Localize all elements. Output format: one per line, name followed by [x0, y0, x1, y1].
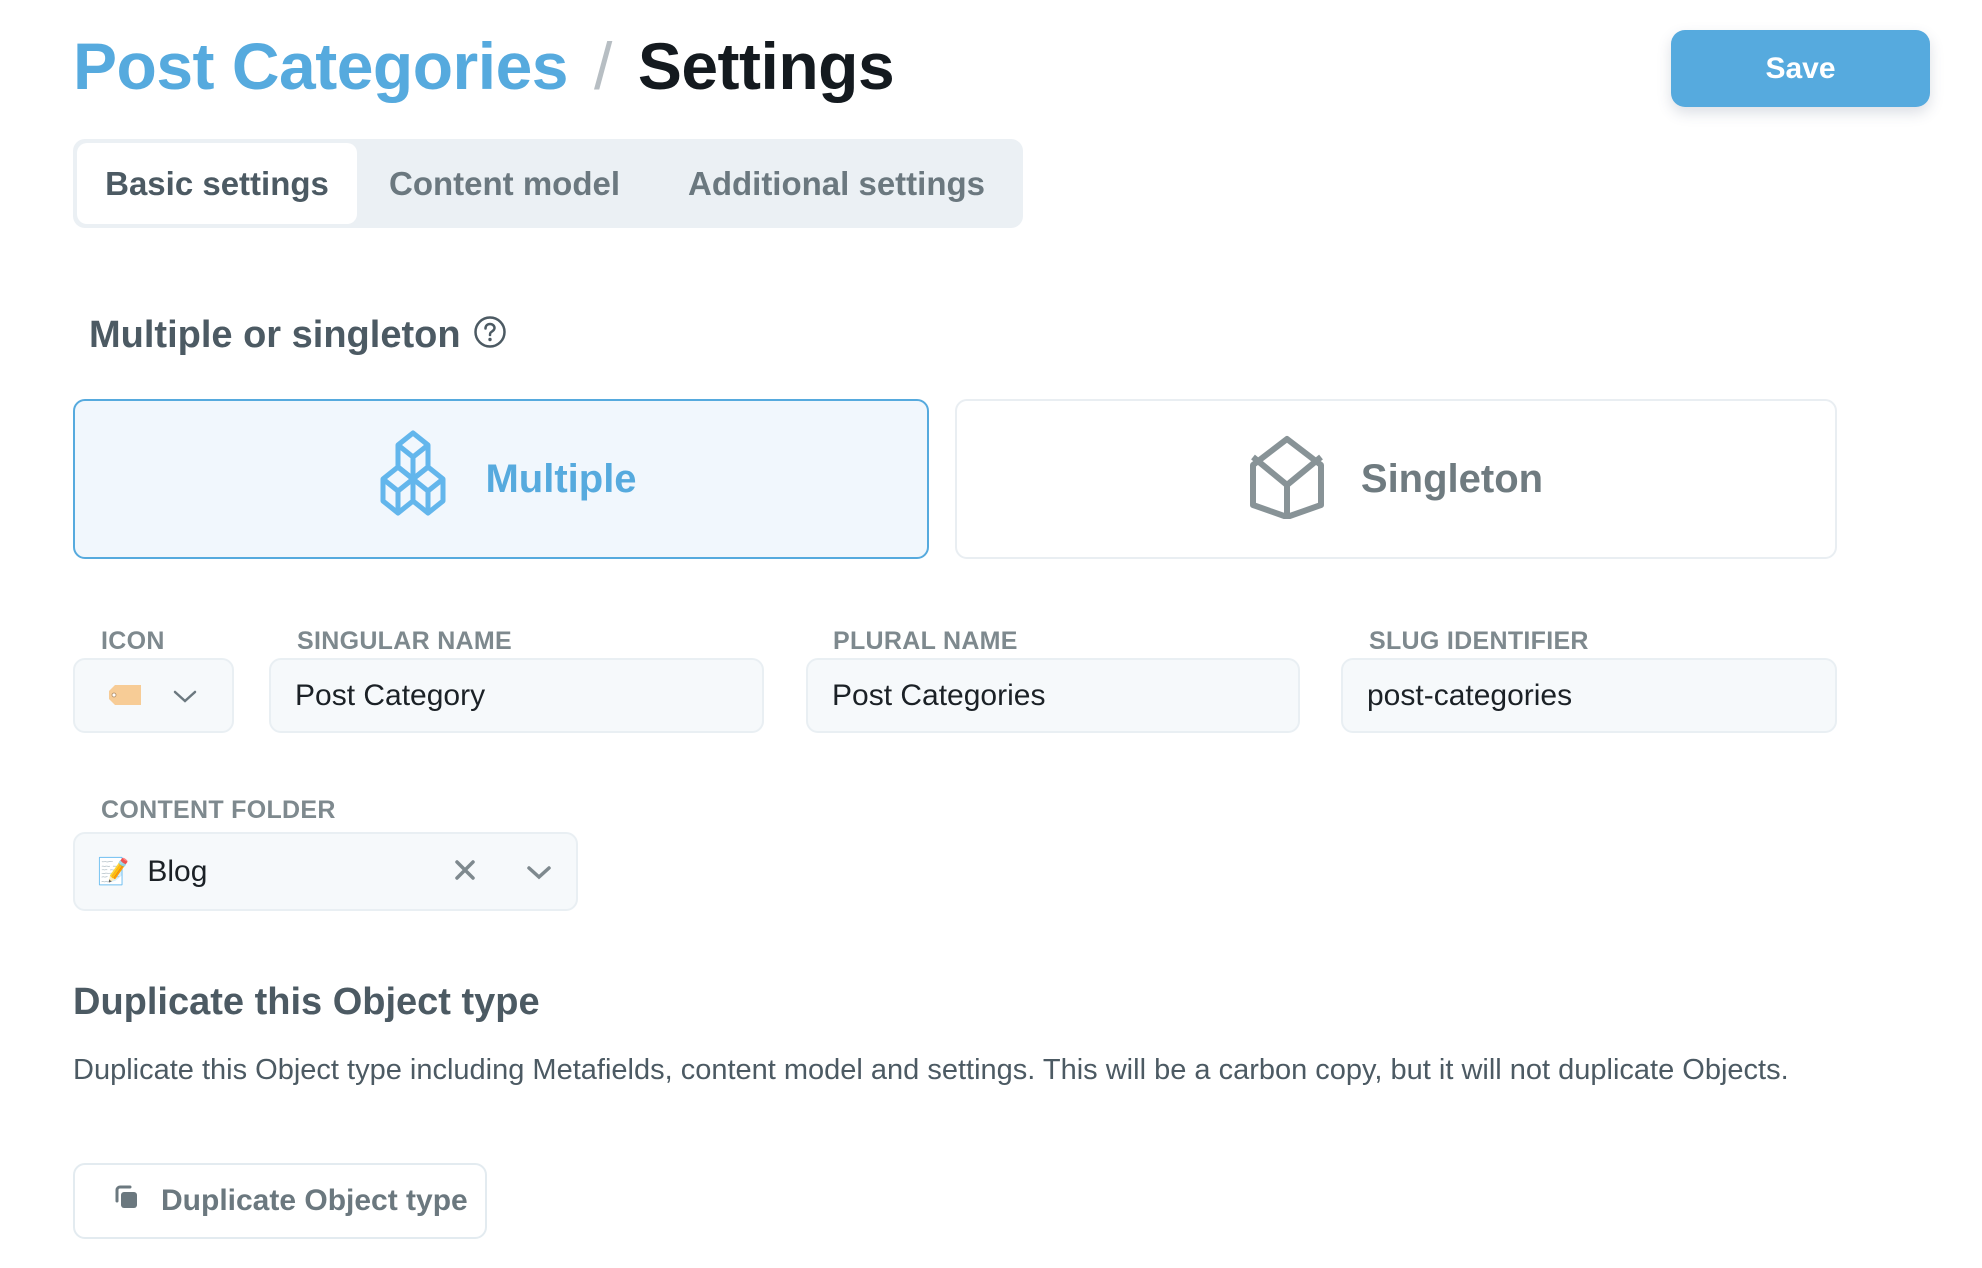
copy-icon	[113, 1184, 139, 1218]
option-multiple-label: Multiple	[485, 456, 637, 501]
clear-icon[interactable]	[454, 855, 526, 889]
cubes-icon	[365, 429, 461, 530]
question-circle-icon[interactable]	[473, 315, 507, 349]
icon-label: ICON	[101, 627, 165, 655]
option-singleton[interactable]: Singleton	[955, 399, 1837, 559]
plural-name-label: PLURAL NAME	[833, 627, 1018, 655]
breadcrumb-post-categories[interactable]: Post Categories	[73, 29, 568, 103]
tab-content-model[interactable]: Content model	[357, 143, 654, 224]
chevron-down-icon[interactable]	[526, 855, 552, 889]
option-singleton-label: Singleton	[1360, 456, 1544, 501]
duplicate-button-label: Duplicate Object type	[161, 1184, 468, 1217]
plural-name-input[interactable]: Post Categories	[806, 658, 1300, 733]
tab-basic-settings[interactable]: Basic settings	[77, 143, 358, 224]
content-folder-label: CONTENT FOLDER	[101, 796, 336, 824]
option-multiple[interactable]: Multiple	[73, 399, 929, 559]
tab-additional-settings[interactable]: Additional settings	[654, 143, 1019, 224]
breadcrumb-current: Settings	[637, 29, 895, 103]
section-heading-text: Multiple or singleton	[89, 314, 461, 356]
tag-icon	[109, 679, 141, 713]
chevron-down-icon	[172, 679, 198, 713]
duplicate-description: Duplicate this Object type including Met…	[73, 1054, 1789, 1086]
content-folder-select[interactable]: 📝 Blog	[73, 832, 578, 911]
cube-icon	[1249, 435, 1325, 524]
singular-name-label: SINGULAR NAME	[297, 627, 513, 655]
page-title: Post Categories / Settings	[73, 28, 895, 104]
settings-tabs: Basic settings Content model Additional …	[73, 139, 1023, 228]
duplicate-heading: Duplicate this Object type	[73, 981, 540, 1023]
slug-identifier-input[interactable]: post-categories	[1341, 658, 1837, 733]
save-button[interactable]: Save	[1671, 30, 1930, 107]
slug-identifier-label: SLUG IDENTIFIER	[1369, 627, 1589, 655]
content-folder-value: Blog	[147, 854, 208, 888]
multiple-or-singleton-heading: Multiple or singleton	[89, 314, 507, 357]
singular-name-input[interactable]: Post Category	[269, 658, 764, 733]
duplicate-object-type-button[interactable]: Duplicate Object type	[73, 1163, 487, 1239]
breadcrumb-separator: /	[593, 29, 612, 103]
memo-icon: 📝	[97, 856, 130, 886]
icon-select[interactable]	[73, 658, 234, 733]
